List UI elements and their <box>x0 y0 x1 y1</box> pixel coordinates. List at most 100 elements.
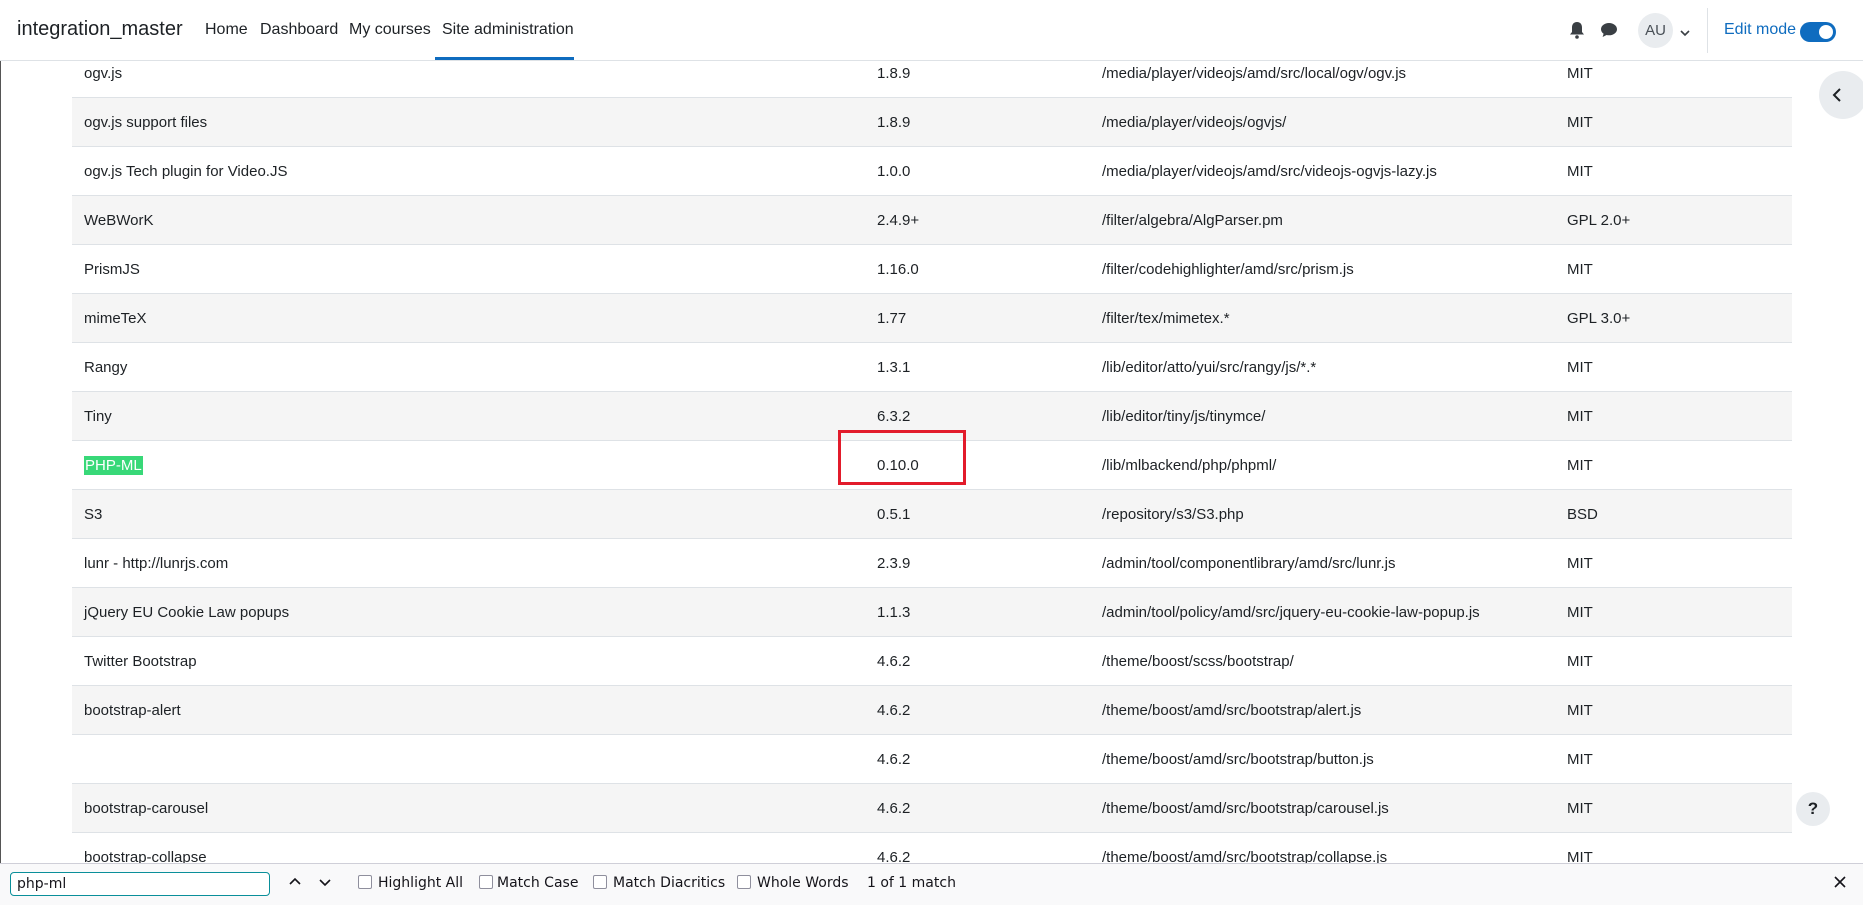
library-name-cell-text: lunr - http://lunrjs.com <box>84 554 229 572</box>
notification-bell-icon[interactable] <box>1569 21 1585 44</box>
open-drawer-button[interactable] <box>1819 71 1863 119</box>
library-version-cell-text: 4.6.2 <box>877 848 911 864</box>
edit-mode-label: Edit mode <box>1724 21 1797 38</box>
nav-dashboard[interactable]: Dashboard <box>260 21 338 39</box>
table-row: lunr - http://lunrjs.com 2.3.9/admin/tool… <box>72 538 1792 588</box>
whole-words-label[interactable]: Whole Words <box>757 875 849 891</box>
window-left-edge <box>0 61 1 863</box>
library-license-cell-text: MIT <box>1567 407 1593 425</box>
library-version-cell-text: 1.3.1 <box>877 358 911 376</box>
library-version-cell-text: 4.6.2 <box>877 750 911 768</box>
library-version-cell-text: 2.4.9+ <box>877 211 920 229</box>
table-row: Twitter Bootstrap 4.6.2/theme/boost/scss/… <box>72 636 1792 686</box>
library-version-cell: 1.1.3 <box>865 587 1090 637</box>
library-version-cell: 1.8.9 <box>865 97 1090 147</box>
library-location-cell: /theme/boost/amd/src/bootstrap/carousel.… <box>1090 783 1555 833</box>
library-name-cell: bootstrap-carousel <box>72 783 865 833</box>
library-license-cell: MIT <box>1555 97 1792 147</box>
library-version-cell-text: 1.0.0 <box>877 162 911 180</box>
table-row: 4.6.2/theme/boost/amd/src/bootstrap/butt… <box>72 734 1792 784</box>
library-name-cell-text: bootstrap-carousel <box>84 799 209 817</box>
library-license-cell-text: MIT <box>1567 554 1593 572</box>
user-avatar[interactable]: AU <box>1638 13 1673 48</box>
library-location-cell-text: /theme/boost/amd/src/bootstrap/carousel.… <box>1102 799 1389 817</box>
library-license-cell: MIT <box>1555 832 1792 863</box>
library-license-cell-text: MIT <box>1567 701 1593 719</box>
library-location-cell: /theme/boost/amd/src/bootstrap/button.js <box>1090 734 1555 784</box>
close-find-bar-close-icon[interactable] <box>1833 875 1847 893</box>
library-location-cell: /filter/algebra/AlgParser.pm <box>1090 195 1555 245</box>
library-location-cell-text: /theme/boost/scss/bootstrap/ <box>1102 652 1294 670</box>
match-case-label[interactable]: Match Case <box>497 875 578 891</box>
nav-my-courses[interactable]: My courses <box>349 21 431 39</box>
table-row: mimeTeX 1.77/filter/tex/mimetex.* GPL 3.0+ <box>72 293 1792 343</box>
library-location-cell-text: /theme/boost/amd/src/bootstrap/alert.js <box>1102 701 1362 719</box>
library-location-cell: /lib/editor/atto/yui/src/rangy/js/*.* <box>1090 342 1555 392</box>
highlight-all-label[interactable]: Highlight All <box>378 875 463 891</box>
library-license-cell: MIT <box>1555 61 1792 98</box>
library-version-cell-text: 4.6.2 <box>877 652 911 670</box>
library-name-cell: S3 <box>72 489 865 539</box>
site-brand[interactable]: integration_master <box>17 18 183 41</box>
library-version-cell: 1.16.0 <box>865 244 1090 294</box>
library-version-cell-text: 1.77 <box>877 309 907 327</box>
toggle-knob <box>1819 25 1833 39</box>
library-version-cell: 4.6.2 <box>865 734 1090 784</box>
library-location-cell-text: /theme/boost/amd/src/bootstrap/collapse.… <box>1102 848 1388 864</box>
library-location-cell-text: /admin/tool/componentlibrary/amd/src/lun… <box>1102 554 1396 572</box>
library-location-cell: /lib/mlbackend/php/phpml/ <box>1090 440 1555 490</box>
table-row: Rangy 1.3.1/lib/editor/atto/yui/src/rangy… <box>72 342 1792 392</box>
top-navbar: integration_master Home Dashboard My cou… <box>0 0 1863 61</box>
messages-chat-icon[interactable] <box>1600 22 1618 43</box>
match-diacritics-checkbox[interactable] <box>593 875 607 889</box>
browser-find-bar: Highlight All Match Case Match Diacritic… <box>0 863 1863 905</box>
user-menu-chevron-down-icon[interactable] <box>1680 24 1690 42</box>
library-license-cell: MIT <box>1555 391 1792 441</box>
library-version-cell: 4.6.2 <box>865 832 1090 864</box>
library-name-cell-text: ogv.js <box>84 64 123 82</box>
library-version-cell-text: 2.3.9 <box>877 554 911 572</box>
highlight-all-checkbox[interactable] <box>358 875 372 889</box>
library-license-cell: MIT <box>1555 783 1792 833</box>
library-license-cell: MIT <box>1555 538 1792 588</box>
library-location-cell: /admin/tool/componentlibrary/amd/src/lun… <box>1090 538 1555 588</box>
chevron-left-icon <box>1832 88 1841 102</box>
library-name-cell: PrismJS <box>72 244 865 294</box>
find-input[interactable] <box>10 872 270 896</box>
find-next-chevron-down-icon[interactable] <box>318 875 332 893</box>
library-license-cell: MIT <box>1555 587 1792 637</box>
table-row: S3 0.5.1/repository/s3/S3.php BSD <box>72 489 1792 539</box>
library-name-cell: bootstrap-alert <box>72 685 865 735</box>
library-name-cell: jQuery EU Cookie Law popups <box>72 587 865 637</box>
nav-site-administration[interactable]: Site administration <box>442 21 574 39</box>
library-name-cell-text: bootstrap-alert <box>84 701 181 719</box>
nav-home[interactable]: Home <box>205 21 248 39</box>
help-button[interactable]: ? <box>1796 792 1830 826</box>
edit-mode-toggle[interactable] <box>1800 22 1836 42</box>
whole-words-checkbox[interactable] <box>737 875 751 889</box>
library-location-cell: /theme/boost/amd/src/bootstrap/alert.js <box>1090 685 1555 735</box>
library-location-cell-text: /filter/codehighlighter/amd/src/prism.js <box>1102 260 1354 278</box>
find-match-highlight: PHP-ML <box>84 455 143 475</box>
match-case-checkbox[interactable] <box>479 875 493 889</box>
library-name-cell-text: PrismJS <box>84 260 140 278</box>
find-match-status: 1 of 1 match <box>867 875 956 891</box>
library-location-cell: /repository/s3/S3.php <box>1090 489 1555 539</box>
library-license-cell-text: BSD <box>1567 505 1598 523</box>
library-location-cell-text: /lib/mlbackend/php/phpml/ <box>1102 456 1277 474</box>
match-diacritics-label[interactable]: Match Diacritics <box>613 875 725 891</box>
table-row: ogv.js 1.8.9/media/player/videojs/amd/src… <box>72 61 1792 98</box>
library-location-cell-text: /lib/editor/atto/yui/src/rangy/js/*.* <box>1102 358 1317 376</box>
library-location-cell: /media/player/videojs/ogvjs/ <box>1090 97 1555 147</box>
library-name-cell-text: ogv.js Tech plugin for Video.JS <box>84 162 288 180</box>
library-name-cell-text: mimeTeX <box>84 309 147 327</box>
library-license-cell-text: MIT <box>1567 64 1593 82</box>
library-version-cell-text: 1.1.3 <box>877 603 911 621</box>
library-name-cell: mimeTeX <box>72 293 865 343</box>
library-location-cell: /media/player/videojs/amd/src/videojs-og… <box>1090 146 1555 196</box>
library-version-cell: 1.3.1 <box>865 342 1090 392</box>
library-version-cell: 4.6.2 <box>865 685 1090 735</box>
library-name-cell: lunr - http://lunrjs.com <box>72 538 865 588</box>
find-previous-chevron-up-icon[interactable] <box>288 875 302 893</box>
library-name-cell: Tiny <box>72 391 865 441</box>
